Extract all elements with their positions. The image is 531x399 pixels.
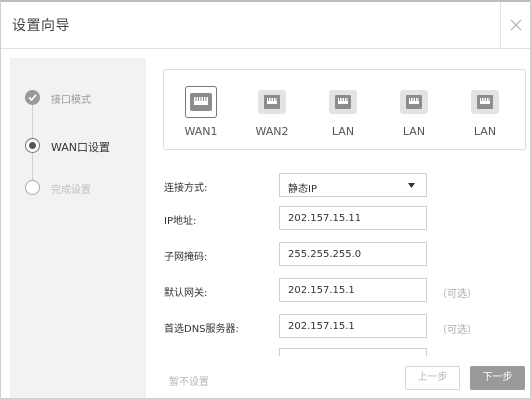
- port-label: WAN2: [255, 125, 289, 138]
- port-label: LAN: [331, 125, 355, 138]
- optional-hint: （可选）: [437, 325, 477, 336]
- secondary-dns-input-partial[interactable]: [279, 348, 427, 356]
- optional-hint: （可选）: [437, 289, 477, 300]
- default-gateway-row: 默认网关: 202.157.15.1 （可选）: [164, 278, 504, 302]
- ip-address-input[interactable]: 202.157.15.11: [279, 206, 427, 230]
- ip-address-row: IP地址: 202.157.15.11: [164, 206, 504, 230]
- subnet-mask-input[interactable]: 255.255.255.0: [279, 242, 427, 266]
- connection-type-label: 连接方式:: [164, 183, 208, 194]
- port-selector: WAN1 WAN2 LAN LAN LAN: [163, 69, 526, 150]
- port-label: WAN1: [184, 125, 218, 138]
- skip-setup-link[interactable]: 暂不设置: [169, 373, 209, 388]
- dialog-title: 设置向导: [12, 18, 70, 34]
- setup-wizard-dialog: 设置向导 接口模式 WAN口设置 完成设置 WAN1 WAN2 LAN LAN …: [0, 0, 531, 399]
- default-gateway-input[interactable]: 202.157.15.1: [279, 278, 427, 302]
- step-label: 完成设置: [51, 185, 91, 196]
- ethernet-port-icon: [256, 86, 288, 118]
- ethernet-port-icon: [469, 86, 501, 118]
- port-lan-2[interactable]: LAN: [384, 84, 444, 144]
- ethernet-port-icon: [398, 86, 430, 118]
- primary-dns-input[interactable]: 202.157.15.1: [279, 314, 427, 338]
- port-wan1[interactable]: WAN1: [171, 84, 231, 144]
- primary-dns-label: 首选DNS服务器:: [164, 324, 239, 335]
- subnet-mask-label: 子网掩码:: [164, 252, 208, 263]
- port-wan2[interactable]: WAN2: [242, 84, 302, 144]
- close-button[interactable]: [500, 2, 530, 49]
- previous-button[interactable]: 上一步: [405, 366, 460, 390]
- default-gateway-label: 默认网关:: [164, 288, 208, 299]
- next-button[interactable]: 下一步: [470, 366, 525, 390]
- check-icon: [25, 90, 40, 105]
- ethernet-port-icon: [327, 86, 359, 118]
- pending-step-icon: [25, 180, 40, 195]
- ethernet-port-icon: [185, 86, 217, 118]
- ip-address-label: IP地址:: [164, 216, 197, 227]
- close-icon: [510, 19, 522, 31]
- subnet-mask-row: 子网掩码: 255.255.255.0: [164, 242, 504, 266]
- title-bar: 设置向导: [1, 2, 530, 49]
- port-label: LAN: [473, 125, 497, 138]
- connection-type-row: 连接方式: 静态IP: [164, 173, 504, 197]
- port-lan-3[interactable]: LAN: [455, 84, 515, 144]
- primary-dns-row: 首选DNS服务器: 202.157.15.1 （可选）: [164, 314, 504, 338]
- step-label: WAN口设置: [51, 141, 111, 154]
- connection-type-select[interactable]: 静态IP: [279, 173, 427, 197]
- port-lan-1[interactable]: LAN: [313, 84, 373, 144]
- step-label: 接口模式: [51, 95, 91, 106]
- port-label: LAN: [402, 125, 426, 138]
- dropdown-arrow-icon: [408, 183, 415, 188]
- steps-sidebar: [10, 58, 146, 398]
- current-step-icon: [25, 138, 40, 153]
- connection-type-value: 静态IP: [288, 184, 317, 195]
